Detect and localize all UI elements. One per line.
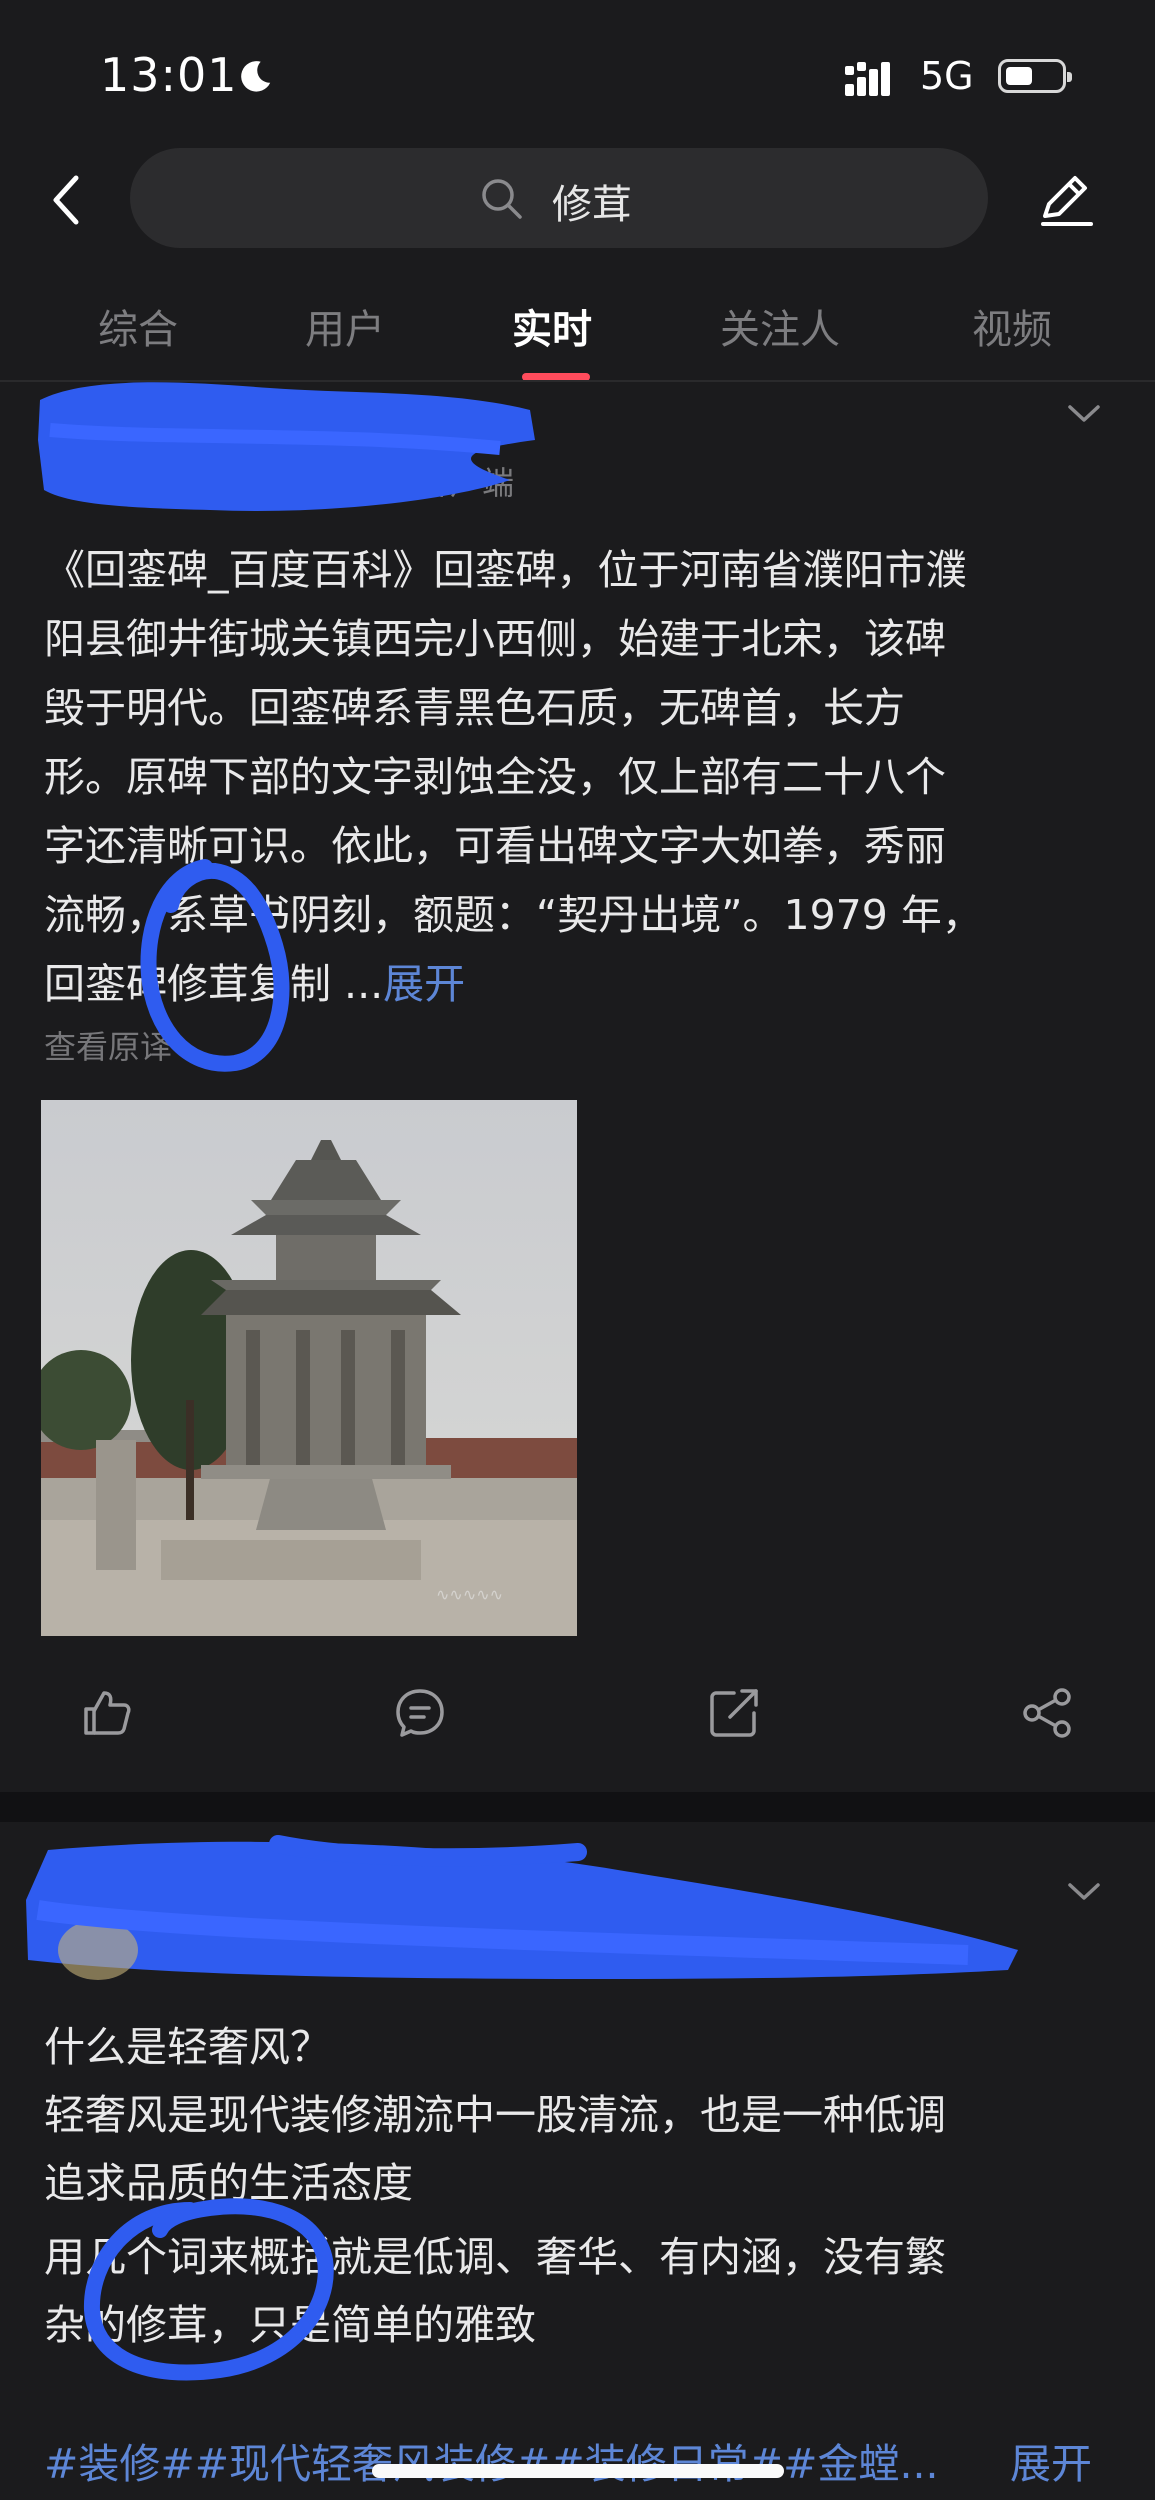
svg-text:∿∿∿∿∿: ∿∿∿∿∿: [436, 1585, 503, 1604]
post-body-line: 阳县御井街城关镇西完小西侧，始建于北宋，该碑: [44, 615, 946, 663]
tab-comprehensive[interactable]: 综合: [98, 297, 178, 355]
card-separator: [0, 1792, 1155, 1822]
battery-icon: [998, 59, 1072, 93]
post-body-line: 《回銮碑_百度百科》回銮碑，位于河南省濮阳市濮: [44, 546, 967, 594]
chevron-down-icon[interactable]: [1066, 1880, 1102, 1904]
highlight-circle-mark: [140, 859, 290, 1072]
redaction-scribble: [38, 382, 535, 511]
post-body-line: 形。原碑下部的文字剥蚀全没，仅上部有二十八个: [44, 753, 946, 801]
like-thumb-icon[interactable]: [78, 1685, 134, 1741]
redaction-scribble: [26, 1835, 1018, 1980]
hashtag-list[interactable]: #装修##现代轻奢风装修##装修日常##金螳...: [44, 2430, 939, 2490]
expand-link[interactable]: 展开: [383, 960, 465, 1008]
chevron-down-icon[interactable]: [1066, 402, 1102, 426]
network-type: 5G: [920, 54, 974, 98]
post-image[interactable]: ∿∿∿∿∿: [41, 1100, 577, 1636]
share-icon[interactable]: [1020, 1685, 1076, 1741]
search-query[interactable]: 修茸: [552, 172, 632, 230]
tab-following[interactable]: 关注人: [720, 297, 840, 355]
screen: 13:01 5G 修茸 综合 用户 实时 关注人 视频 客户端: [0, 0, 1155, 2500]
home-indicator[interactable]: [372, 2464, 784, 2478]
comment-icon[interactable]: [392, 1685, 448, 1741]
expand-link[interactable]: 展开: [1010, 2430, 1092, 2490]
tab-video[interactable]: 视频: [972, 297, 1052, 355]
do-not-disturb-moon-icon: [241, 61, 271, 92]
cellular-signal-icon: [845, 62, 890, 96]
status-time: 13:01: [100, 48, 238, 102]
post-body-line: 轻奢风是现代装修潮流中一股清流，也是一种低调: [44, 2091, 946, 2139]
edit-pencil-icon[interactable]: [1035, 168, 1097, 230]
post-body-line: 毁于明代。回銮碑系青黑色石质，无碑首，长方: [44, 684, 905, 732]
search-icon: [482, 179, 522, 219]
tab-users[interactable]: 用户: [305, 297, 385, 355]
highlight-circle-mark: [83, 2198, 334, 2381]
tab-realtime[interactable]: 实时: [512, 297, 592, 355]
back-chevron-icon[interactable]: [44, 170, 88, 230]
status-bar: 13:01 5G: [0, 0, 1155, 150]
post-body-line: 什么是轻奢风？: [44, 2023, 331, 2071]
repost-icon[interactable]: [706, 1685, 762, 1741]
